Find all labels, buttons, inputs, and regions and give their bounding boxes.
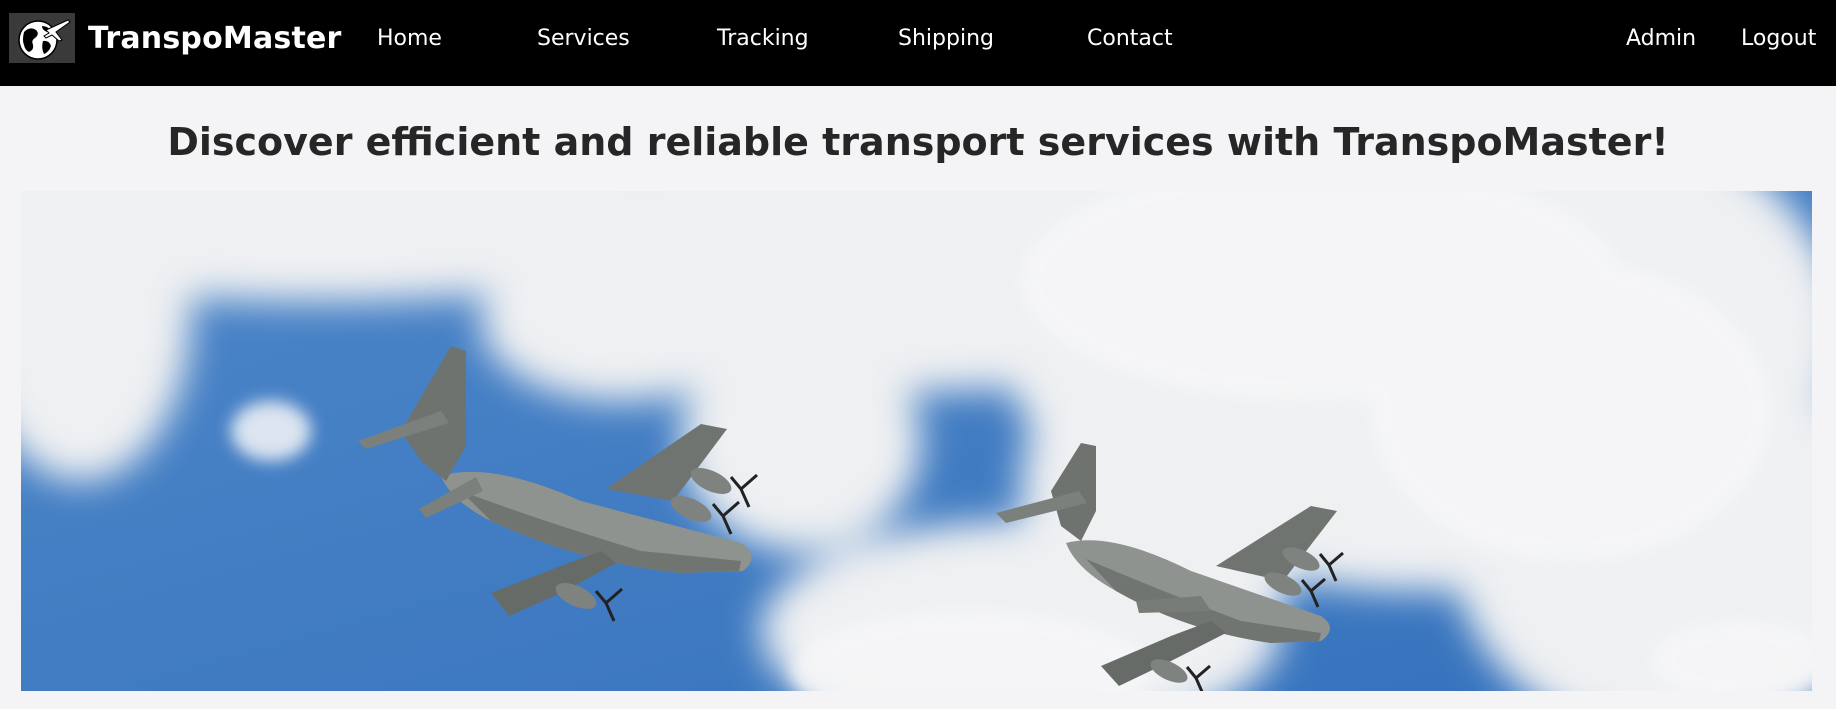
page-title: Discover efficient and reliable transpor… xyxy=(167,120,1669,164)
nav-link-shipping[interactable]: Shipping xyxy=(898,24,994,54)
nav-link-admin[interactable]: Admin xyxy=(1626,24,1696,54)
brand-name[interactable]: TranspoMaster xyxy=(88,21,342,57)
globe-airplane-icon xyxy=(18,19,71,60)
two-military-cargo-airplanes-in-cloudy-sky-image xyxy=(21,191,1812,691)
nav-link-home[interactable]: Home xyxy=(377,24,442,54)
nav-link-tracking[interactable]: Tracking xyxy=(717,24,809,54)
nav-link-contact[interactable]: Contact xyxy=(1087,24,1173,54)
logout-link[interactable]: Logout xyxy=(1741,24,1816,54)
nav-link-services[interactable]: Services xyxy=(537,24,630,54)
logo[interactable] xyxy=(9,13,75,63)
hero-banner xyxy=(21,191,1812,691)
top-navbar: TranspoMaster Home Services Tracking Shi… xyxy=(0,0,1836,86)
